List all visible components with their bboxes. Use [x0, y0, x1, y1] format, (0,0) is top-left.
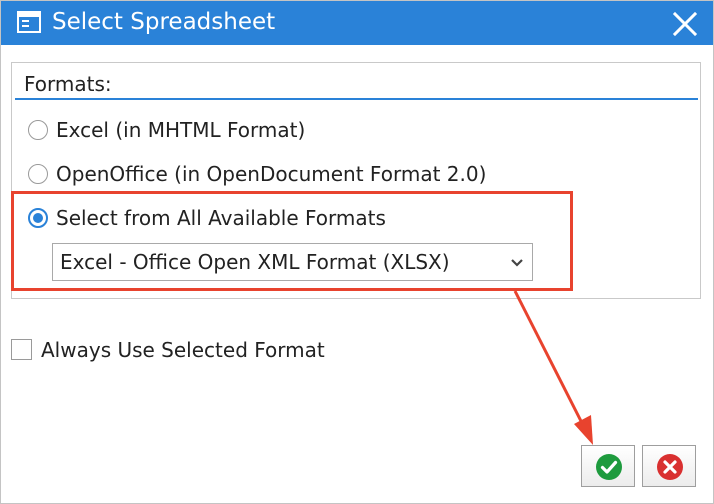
cancel-icon	[657, 454, 683, 480]
title-bar[interactable]: Select Spreadsheet	[1, 1, 713, 45]
formats-divider	[15, 98, 698, 100]
radio-button[interactable]	[28, 164, 48, 184]
close-icon	[672, 11, 698, 37]
ok-button[interactable]	[581, 445, 635, 487]
chevron-down-icon	[511, 259, 523, 267]
format-dropdown-value: Excel - Office Open XML Format (XLSX)	[60, 250, 450, 274]
formats-group: Formats: Excel (in MHTML Format) OpenOff…	[11, 62, 701, 299]
always-use-label: Always Use Selected Format	[41, 338, 325, 362]
cancel-button[interactable]	[642, 445, 696, 487]
spreadsheet-window-icon	[17, 11, 41, 33]
checkmark-icon	[596, 454, 622, 480]
radio-label: Excel (in MHTML Format)	[56, 118, 306, 142]
always-use-checkbox[interactable]	[11, 339, 32, 360]
radio-label: Select from All Available Formats	[56, 206, 386, 230]
format-dropdown[interactable]: Excel - Office Open XML Format (XLSX)	[52, 243, 533, 281]
radio-button-selected[interactable]	[28, 208, 48, 228]
radio-button[interactable]	[28, 120, 48, 140]
radio-label: OpenOffice (in OpenDocument Format 2.0)	[56, 162, 487, 186]
close-button[interactable]	[668, 9, 702, 39]
window-title: Select Spreadsheet	[52, 9, 276, 35]
select-spreadsheet-dialog: Select Spreadsheet Formats: Excel (in MH…	[0, 0, 714, 504]
formats-label: Formats:	[24, 72, 112, 96]
